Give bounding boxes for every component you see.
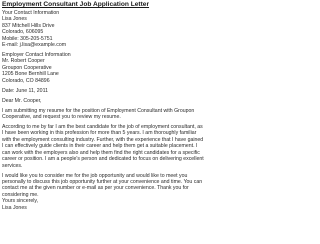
paragraph-qualifications: According to me by far I am the best can… <box>2 124 204 169</box>
paragraph-closing: I would like you to consider me for the … <box>2 172 203 198</box>
employer-contact-block: Employer Contact Information Mr. Robert … <box>2 52 204 84</box>
sender-contact-block: Your Contact Information Lisa Jones 837 … <box>2 10 204 48</box>
sign-off-block: Yours sincerely, Lisa Jones <box>2 198 204 211</box>
signature-name: Lisa Jones <box>2 204 27 211</box>
letter-page: Employment Consultant Job Application Le… <box>0 0 206 244</box>
paragraph-intro: I am submitting my resume for the positi… <box>2 107 195 121</box>
letter-title: Employment Consultant Job Application Le… <box>2 1 150 8</box>
